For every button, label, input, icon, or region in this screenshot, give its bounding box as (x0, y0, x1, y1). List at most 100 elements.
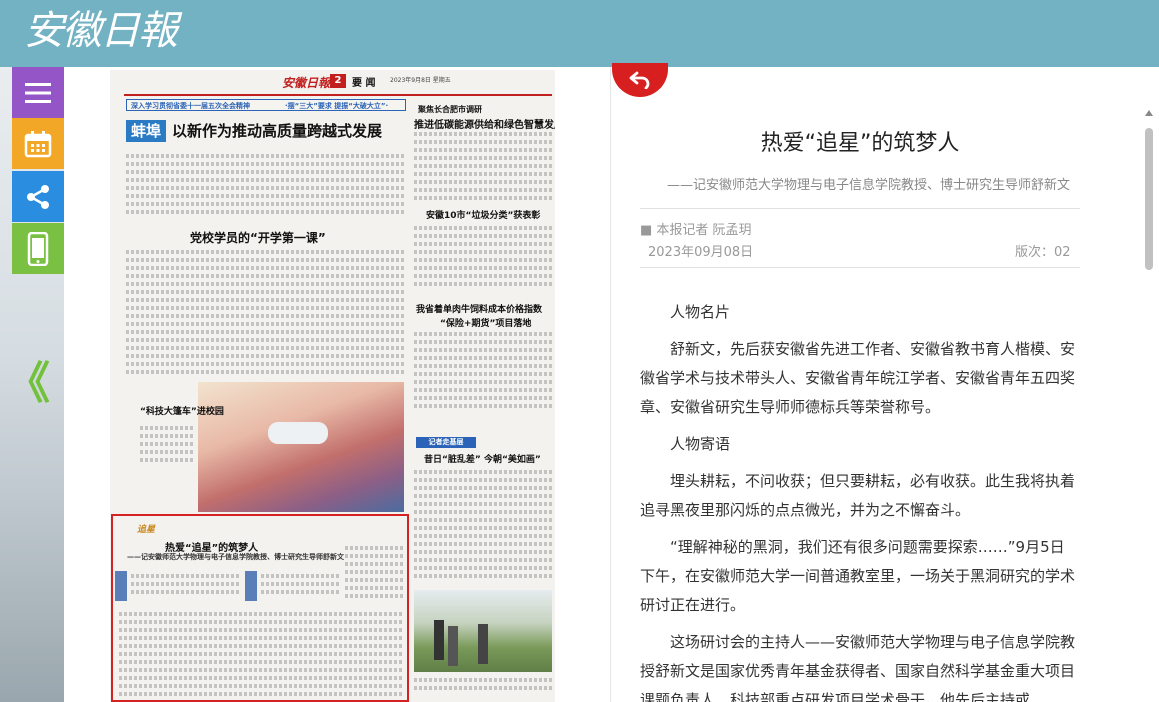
text-block (126, 322, 406, 326)
text-block (414, 250, 552, 254)
article-title: 热爱“追星”的筑梦人 (760, 131, 960, 156)
text-block (414, 356, 552, 360)
newspaper-page-number: 2 (330, 74, 346, 88)
share-icon (27, 184, 49, 209)
calendar-button[interactable] (12, 118, 64, 169)
calendar-icon (24, 130, 52, 157)
text-block (119, 612, 403, 616)
text-block (414, 566, 552, 570)
article-paragraph: 人物寄语 (670, 435, 731, 453)
text-block (414, 574, 552, 578)
text-block (119, 692, 403, 696)
newspaper-headline-pig[interactable]: 我省着单肉牛饲料成本价格指数 (416, 302, 542, 315)
text-block (131, 582, 239, 586)
selected-article-region[interactable]: 追星 热爱“追星”的筑梦人 ——记安徽师范大学物理与电子信息学院教授、博士研究生… (111, 514, 409, 702)
highlight-subtitle: ——记安徽师范大学物理与电子信息学院教授、博士研究生导师舒新文 (127, 553, 344, 561)
highlight-tag: 追星 (137, 525, 156, 535)
newspaper-headline-pig-2[interactable]: “保险+期货”项目落地 (440, 316, 531, 329)
menu-button[interactable] (12, 67, 64, 118)
article-date: 2023年09月08日 (648, 245, 754, 260)
text-block (119, 684, 403, 688)
scrollbar-thumb[interactable] (1145, 128, 1153, 270)
text-block (119, 636, 403, 640)
text-block (131, 590, 239, 594)
text-block (126, 202, 406, 206)
newspaper-headline-garbage[interactable]: 安徽10市“垃圾分类”获表彰 (426, 208, 540, 221)
newspaper-headline-village[interactable]: 昔日“脏乱差” 今朝“美如画” (424, 452, 541, 465)
text-block (119, 652, 403, 656)
newspaper-reporter-badge: 记者走基层 (416, 437, 476, 448)
newspaper-photo-students[interactable] (198, 382, 404, 512)
text-block (414, 542, 552, 546)
text-block (414, 470, 552, 474)
text-block (261, 590, 341, 594)
text-block (126, 362, 406, 366)
text-block (414, 510, 552, 514)
newspaper-headline-energy[interactable]: 推进低碳能源供给和绿色智慧发展 (414, 116, 555, 131)
highlight-motto-card (245, 571, 257, 601)
text-block (126, 346, 406, 350)
text-block (140, 434, 194, 438)
newspaper-headline-main[interactable]: 以新作为推动高质量跨越式发展 (172, 120, 382, 141)
menu-icon (25, 82, 51, 103)
highlight-label-card (115, 571, 127, 601)
text-block (414, 172, 552, 176)
text-block (414, 388, 552, 392)
article-paragraph: 舒新文，先后获安徽省先进工作者、安徽省教书育人楷模、安徽省学术与技术带头人、安徽… (640, 340, 1076, 416)
text-block (140, 442, 194, 446)
article-paragraph: “理解神秘的黑洞，我们还有很多问题需要探索……”9月5日下午，在安徽师范大学一间… (640, 538, 1076, 614)
newspaper-headline-tech[interactable]: “科技大篷车”进校园 (140, 404, 224, 417)
text-block (414, 156, 552, 160)
text-block (414, 502, 552, 506)
newspaper-section: 要 闻 (352, 78, 376, 89)
article-body: 人物名片 舒新文，先后获安徽省先进工作者、安徽省教书育人楷模、安徽省学术与技术带… (640, 298, 1076, 702)
text-block (126, 250, 406, 254)
text-block (414, 242, 552, 246)
text-block (414, 534, 552, 538)
text-block (414, 266, 552, 270)
text-block (119, 620, 403, 624)
text-block (414, 226, 552, 230)
newspaper-banner[interactable]: 深入学习贯彻省委十一届五次全会精神 ·摆“三大”要求 提振“大破大立”· (126, 99, 406, 111)
text-block (261, 582, 341, 586)
site-logo[interactable]: 安徽日報 (24, 6, 178, 56)
text-block (414, 686, 552, 690)
text-block (126, 186, 406, 190)
text-block (414, 348, 552, 352)
text-block (414, 478, 552, 482)
text-block (126, 266, 406, 270)
text-block (414, 550, 552, 554)
text-block (414, 526, 552, 530)
text-block (414, 678, 552, 682)
share-button[interactable] (12, 171, 64, 222)
text-block (414, 332, 552, 336)
article-paragraph: 人物名片 (670, 303, 731, 321)
text-block (414, 404, 552, 408)
text-block (414, 188, 552, 192)
text-block (414, 258, 552, 262)
text-block (414, 372, 552, 376)
text-block (126, 298, 406, 302)
newspaper-photo-village[interactable] (414, 590, 552, 672)
text-block (126, 314, 406, 318)
newspaper-date: 2023年9月8日 星期五 (390, 77, 451, 84)
back-arrow-icon (629, 71, 650, 89)
site-header: 安徽日報 (0, 0, 1159, 67)
newspaper-banner-right: ·摆“三大”要求 提振“大破大立”· (285, 102, 389, 110)
newspaper-headline-school[interactable]: 党校学员的“开学第一课” (190, 229, 326, 246)
article-divider (640, 267, 1080, 268)
text-block (414, 274, 552, 278)
text-block (414, 396, 552, 400)
text-block (126, 354, 406, 358)
scroll-up-arrow-icon[interactable] (1145, 110, 1153, 116)
text-block (414, 140, 552, 144)
mobile-icon (27, 231, 49, 266)
previous-page-arrow[interactable]: 《 (6, 362, 50, 406)
text-block (261, 574, 341, 578)
text-block (119, 628, 403, 632)
text-block (345, 586, 405, 590)
article-author: ■ 本报记者 阮孟玥 (640, 223, 752, 238)
newspaper-banner-text: 深入学习贯彻省委十一届五次全会精神 (131, 102, 250, 110)
text-block (119, 644, 403, 648)
mobile-button[interactable] (12, 223, 64, 274)
